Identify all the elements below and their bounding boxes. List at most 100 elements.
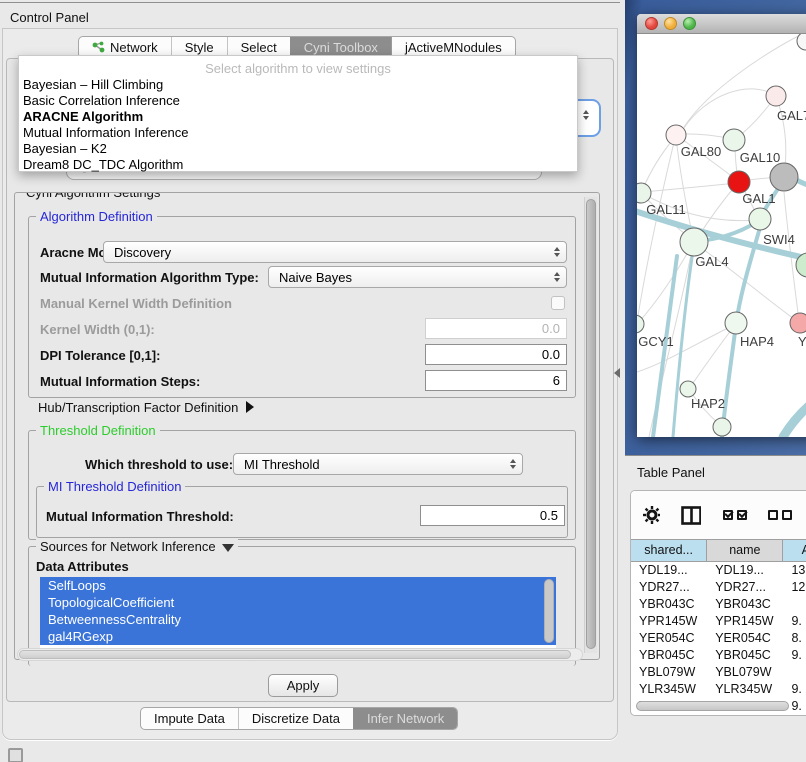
column-header-shared[interactable]: shared... bbox=[631, 540, 707, 561]
network-edge[interactable] bbox=[642, 137, 675, 191]
close-traffic-light-icon[interactable] bbox=[645, 17, 658, 30]
network-edge[interactable] bbox=[637, 138, 675, 322]
dropdown-option-bayesian-hill-climbing[interactable]: Bayesian – Hill Climbing bbox=[19, 77, 577, 93]
table-row[interactable]: YDR27...YDR27...12 bbox=[631, 579, 806, 596]
minimized-panel-icon[interactable] bbox=[8, 748, 23, 762]
network-node-gal4[interactable] bbox=[680, 228, 708, 256]
gear-icon[interactable] bbox=[643, 506, 660, 524]
dropdown-option-bayesian-k2[interactable]: Bayesian – K2 bbox=[19, 141, 577, 157]
node-label: GAL4 bbox=[695, 254, 728, 269]
table-cell: YBR045C bbox=[707, 647, 783, 664]
dpi-tolerance-field[interactable]: 0.0 bbox=[425, 344, 567, 365]
cyni-algorithm-settings-title: Cyni Algorithm Settings bbox=[22, 192, 164, 200]
network-node[interactable] bbox=[713, 418, 731, 436]
table-cell: YDR27... bbox=[631, 579, 707, 596]
table-cell: YER054C bbox=[631, 630, 707, 647]
settings-horizontal-scrollbar[interactable] bbox=[17, 648, 583, 661]
table-row[interactable]: YER054CYER054C8. bbox=[631, 630, 806, 647]
attribute-item-selfloops[interactable]: SelfLoops bbox=[40, 577, 556, 594]
column-layout-icon[interactable] bbox=[681, 506, 701, 525]
mi-steps-field[interactable]: 6 bbox=[425, 370, 567, 391]
show-columns-icon[interactable] bbox=[723, 510, 747, 520]
apply-button[interactable]: Apply bbox=[268, 674, 338, 697]
settings-vertical-scrollbar[interactable] bbox=[584, 197, 597, 653]
which-threshold-combo[interactable]: MI Threshold bbox=[233, 453, 523, 475]
network-view-container: GAL7GAL80GAL10GAL1GAL11SWI4GAL4GCY1HAP4Y… bbox=[625, 0, 806, 455]
node-label: Y bbox=[798, 334, 806, 349]
table-cell: YBL079W bbox=[631, 664, 707, 681]
network-icon bbox=[92, 41, 105, 54]
tab-discretize-data[interactable]: Discretize Data bbox=[238, 708, 353, 729]
network-node-gal7[interactable] bbox=[766, 86, 786, 106]
table-toolbar bbox=[631, 491, 806, 539]
list-scrollbar[interactable] bbox=[544, 579, 554, 643]
column-header-name[interactable]: name bbox=[707, 540, 783, 561]
table-cell: YER054C bbox=[707, 630, 783, 647]
table-cell: YBR043C bbox=[707, 596, 783, 613]
table-cell: 9. bbox=[783, 613, 806, 630]
network-node[interactable] bbox=[770, 163, 798, 191]
manual-kernel-label: Manual Kernel Width Definition bbox=[40, 296, 232, 311]
aracne-mode-value: Discovery bbox=[104, 245, 553, 260]
table-row[interactable]: YBL079WYBL079W bbox=[631, 664, 806, 681]
table-panel-title: Table Panel bbox=[637, 465, 705, 480]
table-row[interactable]: YPR145WYPR145W9. bbox=[631, 613, 806, 630]
dropdown-option-dream8-dc-tdc-algorithm[interactable]: Dream8 DC_TDC Algorithm bbox=[19, 157, 577, 173]
network-window-titlebar[interactable] bbox=[637, 14, 806, 34]
manual-kernel-checkbox[interactable] bbox=[551, 296, 565, 310]
collapsed-arrow-icon bbox=[246, 401, 254, 413]
attribute-item-topologicalcoefficient[interactable]: TopologicalCoefficient bbox=[40, 594, 556, 611]
network-edge[interactable] bbox=[684, 89, 776, 128]
network-node-gal1[interactable] bbox=[728, 171, 750, 193]
dropdown-option-mutual-information-inference[interactable]: Mutual Information Inference bbox=[19, 125, 577, 141]
sources-title[interactable]: Sources for Network Inference bbox=[36, 539, 238, 554]
zoom-traffic-light-icon[interactable] bbox=[683, 17, 696, 30]
network-node[interactable] bbox=[797, 34, 806, 50]
network-node-gal10[interactable] bbox=[723, 129, 745, 151]
table-row[interactable]: YBR045CYBR045C9. bbox=[631, 647, 806, 664]
table-cell: YBR043C bbox=[631, 596, 707, 613]
table-row[interactable]: YLR345WYLR345W9. bbox=[631, 681, 806, 698]
network-node-hap2[interactable] bbox=[680, 381, 696, 397]
kernel-width-field: 0.0 bbox=[425, 318, 567, 339]
network-edge-highlighted[interactable] bbox=[783, 384, 806, 437]
node-label: GAL11 bbox=[646, 202, 686, 217]
algorithm-combo-endcap[interactable] bbox=[578, 99, 601, 137]
data-attributes-list[interactable]: SelfLoopsTopologicalCoefficientBetweenne… bbox=[40, 577, 556, 650]
network-node-gal80[interactable] bbox=[666, 125, 686, 145]
network-node-gal11[interactable] bbox=[637, 183, 651, 203]
tab-impute-data[interactable]: Impute Data bbox=[141, 708, 238, 729]
dropdown-option-aracne-algorithm[interactable]: ARACNE Algorithm bbox=[19, 109, 577, 125]
tab-infer-network[interactable]: Infer Network bbox=[353, 708, 457, 729]
hide-columns-icon[interactable] bbox=[768, 510, 792, 520]
table-cell: YLR345W bbox=[631, 681, 707, 698]
network-node-swi4[interactable] bbox=[749, 208, 771, 230]
attribute-item-betweennesscentrality[interactable]: BetweennessCentrality bbox=[40, 611, 556, 628]
minimize-traffic-light-icon[interactable] bbox=[664, 17, 677, 30]
table-panel-titlebar: Table Panel bbox=[625, 455, 806, 488]
table-horizontal-scrollbar[interactable] bbox=[635, 701, 806, 712]
network-edge[interactable] bbox=[643, 183, 737, 192]
network-node-hap4[interactable] bbox=[725, 312, 747, 334]
node-label: GAL80 bbox=[681, 144, 721, 159]
data-attributes-label: Data Attributes bbox=[36, 559, 129, 574]
hub-definition-toggle[interactable]: Hub/Transcription Factor Definition bbox=[38, 400, 254, 415]
mi-threshold-definition-title: MI Threshold Definition bbox=[44, 479, 185, 494]
table-row[interactable]: YBR043CYBR043C bbox=[631, 596, 806, 613]
aracne-mode-combo[interactable]: Discovery bbox=[103, 241, 567, 263]
mi-type-combo[interactable]: Naive Bayes bbox=[268, 266, 567, 288]
column-header-a[interactable]: A bbox=[783, 540, 806, 561]
dropdown-option-basic-correlation-inference[interactable]: Basic Correlation Inference bbox=[19, 93, 577, 109]
mi-threshold-field[interactable]: 0.5 bbox=[420, 505, 565, 526]
table-cell: 13 bbox=[783, 562, 806, 579]
attribute-item-gal4rgexp[interactable]: gal4RGexp bbox=[40, 628, 556, 645]
network-window[interactable]: GAL7GAL80GAL10GAL1GAL11SWI4GAL4GCY1HAP4Y… bbox=[637, 14, 806, 437]
control-panel-title: Control Panel bbox=[10, 10, 89, 25]
split-pane-collapse-icon[interactable] bbox=[614, 368, 620, 378]
dpi-tolerance-label: DPI Tolerance [0,1]: bbox=[40, 348, 160, 363]
network-canvas[interactable]: GAL7GAL80GAL10GAL1GAL11SWI4GAL4GCY1HAP4Y… bbox=[637, 34, 806, 437]
network-node-y[interactable] bbox=[790, 313, 806, 333]
table-row[interactable]: YDL19...YDL19...13 bbox=[631, 562, 806, 579]
table-cell: YPR145W bbox=[631, 613, 707, 630]
node-label: GCY1 bbox=[638, 334, 673, 349]
